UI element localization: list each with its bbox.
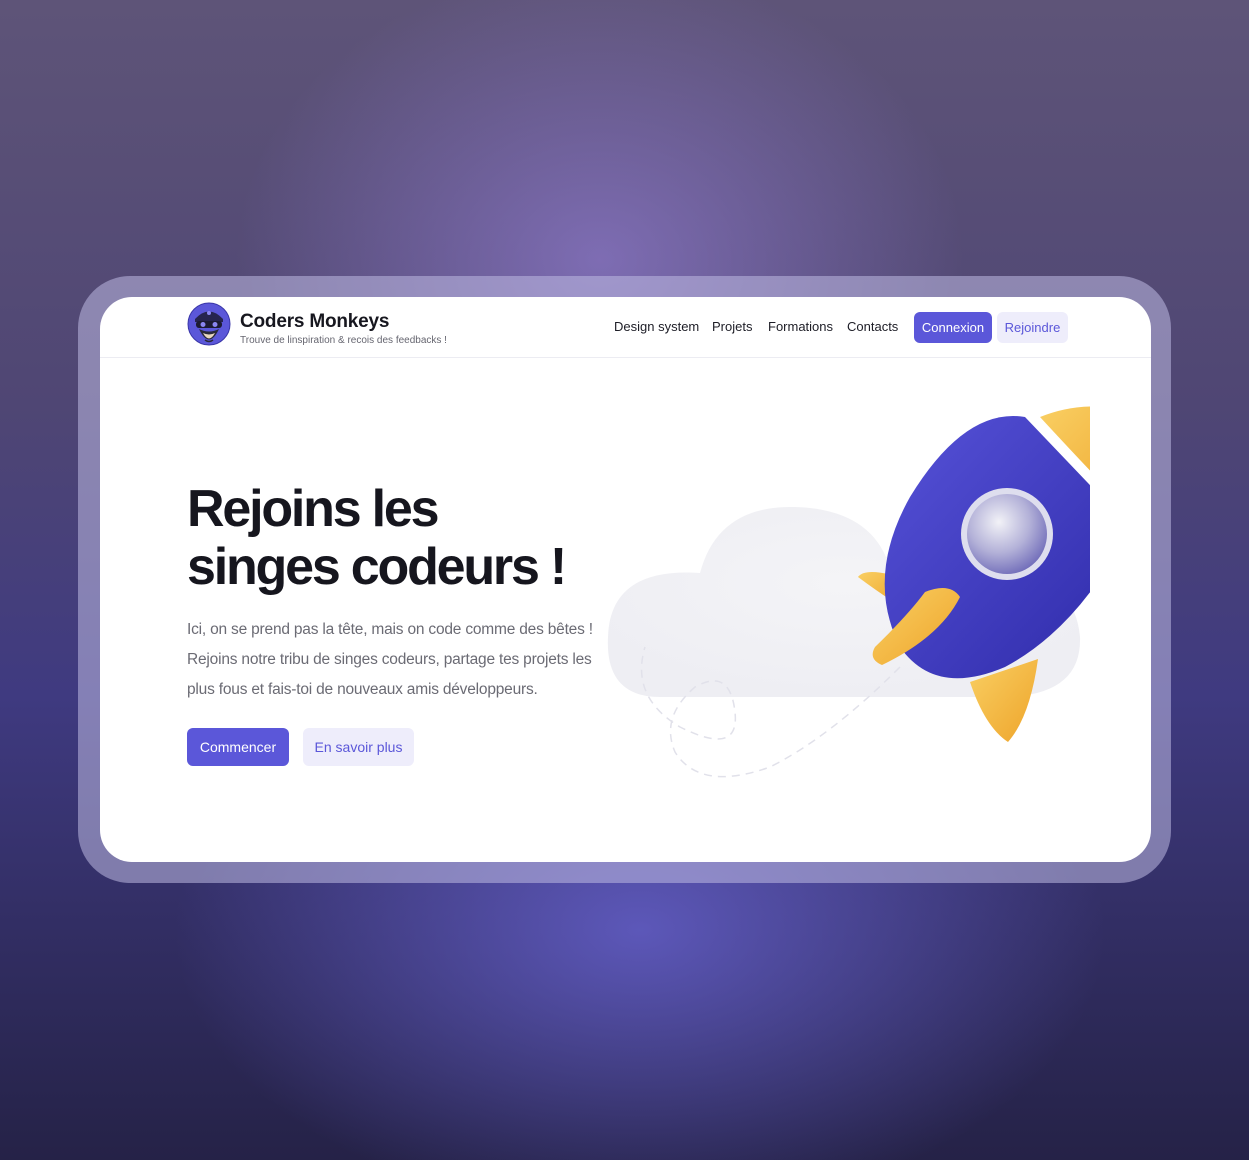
- hero-text-line-2: Rejoins notre tribu de singes codeurs, p…: [187, 651, 592, 668]
- hero-title-line-2: singes codeurs !: [187, 538, 567, 596]
- learn-more-button[interactable]: En savoir plus: [303, 728, 414, 766]
- rocket-illustration: [607, 406, 1090, 778]
- login-button[interactable]: Connexion: [914, 312, 992, 343]
- browser-screen: Coders Monkeys Trouve de linspiration & …: [100, 297, 1151, 862]
- nav-link-projets[interactable]: Projets: [712, 319, 752, 334]
- hero-text-line-3: plus fous et fais-toi de nouveaux amis d…: [187, 681, 538, 698]
- brand-name[interactable]: Coders Monkeys: [240, 311, 389, 333]
- hero-title-line-1: Rejoins les: [187, 480, 440, 538]
- hero-text-line-1: Ici, on se prend pas la tête, mais on co…: [187, 621, 593, 638]
- start-button[interactable]: Commencer: [187, 728, 289, 766]
- nav-link-contacts[interactable]: Contacts: [847, 319, 898, 334]
- nav-link-formations[interactable]: Formations: [768, 319, 833, 334]
- join-button[interactable]: Rejoindre: [997, 312, 1068, 343]
- hero-title: Rejoins les singes codeurs !: [187, 480, 607, 596]
- hero-description: Ici, on se prend pas la tête, mais on co…: [187, 615, 607, 705]
- brand-tagline: Trouve de linspiration & recois des feed…: [240, 335, 447, 346]
- monkey-avatar-icon[interactable]: [187, 302, 233, 350]
- nav-link-design-system[interactable]: Design system: [614, 319, 699, 334]
- navbar: Coders Monkeys Trouve de linspiration & …: [100, 297, 1151, 358]
